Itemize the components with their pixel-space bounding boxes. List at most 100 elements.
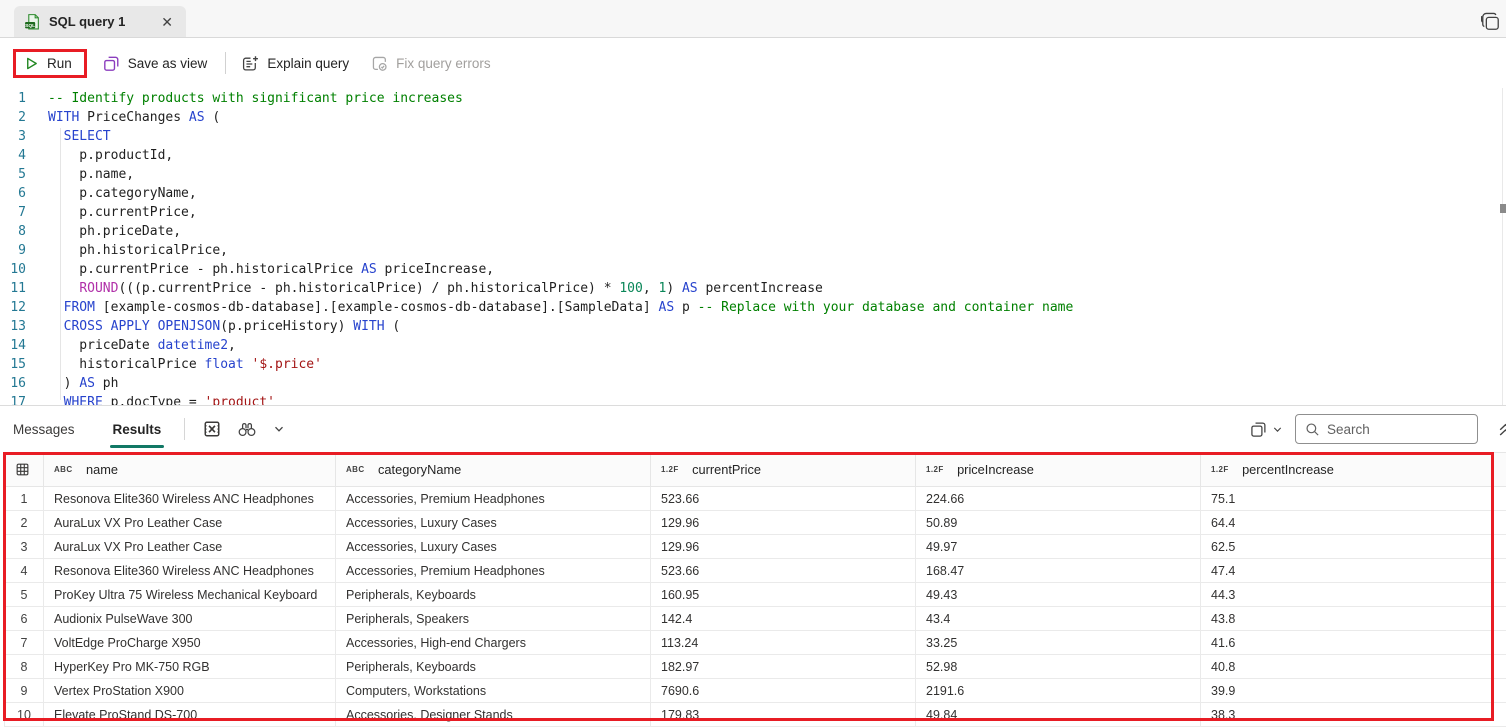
row-number-cell[interactable]: 4 xyxy=(5,559,44,583)
table-cell[interactable]: 2191.6 xyxy=(916,679,1201,703)
select-all-header[interactable] xyxy=(5,453,44,487)
search-input[interactable] xyxy=(1327,422,1468,437)
table-cell[interactable]: AuraLux VX Pro Leather Case xyxy=(44,511,336,535)
run-button[interactable]: Run xyxy=(24,56,72,71)
row-number-cell[interactable]: 9 xyxy=(5,679,44,703)
table-cell[interactable]: 523.66 xyxy=(651,559,916,583)
table-cell[interactable]: 49.43 xyxy=(916,583,1201,607)
code-line[interactable]: 11 ROUND(((p.currentPrice - ph.historica… xyxy=(0,279,1506,298)
table-cell[interactable]: Accessories, Premium Headphones xyxy=(336,559,651,583)
save-as-view-button[interactable]: Save as view xyxy=(103,55,208,72)
table-cell[interactable]: 49.84 xyxy=(916,703,1201,727)
table-cell[interactable]: 52.98 xyxy=(916,655,1201,679)
table-row[interactable]: 4Resonova Elite360 Wireless ANC Headphon… xyxy=(5,559,1506,583)
code-line[interactable]: 1-- Identify products with significant p… xyxy=(0,89,1506,108)
explain-query-button[interactable]: Explain query xyxy=(242,55,349,72)
table-cell[interactable]: 44.3 xyxy=(1201,583,1506,607)
table-cell[interactable]: Computers, Workstations xyxy=(336,679,651,703)
table-row[interactable]: 1Resonova Elite360 Wireless ANC Headphon… xyxy=(5,487,1506,511)
table-cell[interactable]: Accessories, High-end Chargers xyxy=(336,631,651,655)
table-cell[interactable]: 41.6 xyxy=(1201,631,1506,655)
chevron-down-icon[interactable] xyxy=(273,423,285,435)
table-cell[interactable]: 62.5 xyxy=(1201,535,1506,559)
table-row[interactable]: 2AuraLux VX Pro Leather CaseAccessories,… xyxy=(5,511,1506,535)
table-row[interactable]: 7VoltEdge ProCharge X950Accessories, Hig… xyxy=(5,631,1506,655)
table-row[interactable]: 8HyperKey Pro MK-750 RGBPeripherals, Key… xyxy=(5,655,1506,679)
table-cell[interactable]: 38.3 xyxy=(1201,703,1506,727)
chevron-down-icon[interactable] xyxy=(1272,424,1283,435)
table-cell[interactable]: 113.24 xyxy=(651,631,916,655)
row-number-cell[interactable]: 6 xyxy=(5,607,44,631)
code-line[interactable]: 15 historicalPrice float '$.price' xyxy=(0,355,1506,374)
table-cell[interactable]: VoltEdge ProCharge X950 xyxy=(44,631,336,655)
column-header-categoryName[interactable]: ABC categoryName xyxy=(336,453,651,487)
table-cell[interactable]: Resonova Elite360 Wireless ANC Headphone… xyxy=(44,487,336,511)
table-row[interactable]: 10Elevate ProStand DS-700Accessories, De… xyxy=(5,703,1506,727)
table-row[interactable]: 3AuraLux VX Pro Leather CaseAccessories,… xyxy=(5,535,1506,559)
table-cell[interactable]: Vertex ProStation X900 xyxy=(44,679,336,703)
table-cell[interactable]: Accessories, Luxury Cases xyxy=(336,535,651,559)
row-number-cell[interactable]: 7 xyxy=(5,631,44,655)
column-header-priceIncrease[interactable]: 1.2F priceIncrease xyxy=(916,453,1201,487)
table-cell[interactable]: Elevate ProStand DS-700 xyxy=(44,703,336,727)
table-cell[interactable]: 39.9 xyxy=(1201,679,1506,703)
fix-query-errors-button[interactable]: Fix query errors xyxy=(371,55,491,72)
row-number-cell[interactable]: 2 xyxy=(5,511,44,535)
row-number-cell[interactable]: 1 xyxy=(5,487,44,511)
table-row[interactable]: 9Vertex ProStation X900Computers, Workst… xyxy=(5,679,1506,703)
table-cell[interactable]: Accessories, Luxury Cases xyxy=(336,511,651,535)
table-cell[interactable]: 49.97 xyxy=(916,535,1201,559)
row-number-cell[interactable]: 5 xyxy=(5,583,44,607)
table-cell[interactable]: 160.95 xyxy=(651,583,916,607)
binoculars-icon[interactable] xyxy=(237,421,257,438)
column-header-percentIncrease[interactable]: 1.2F percentIncrease xyxy=(1201,453,1506,487)
tab-results[interactable]: Results xyxy=(110,406,165,452)
code-line[interactable]: 3 SELECT xyxy=(0,127,1506,146)
editor-scrollbar-thumb[interactable] xyxy=(1500,204,1506,213)
code-line[interactable]: 12 FROM [example-cosmos-db-database].[ex… xyxy=(0,298,1506,317)
code-line[interactable]: 6 p.categoryName, xyxy=(0,184,1506,203)
table-cell[interactable]: Resonova Elite360 Wireless ANC Headphone… xyxy=(44,559,336,583)
column-header-name[interactable]: ABC name xyxy=(44,453,336,487)
code-line[interactable]: 7 p.currentPrice, xyxy=(0,203,1506,222)
table-cell[interactable]: 179.83 xyxy=(651,703,916,727)
sql-code-editor[interactable]: 1-- Identify products with significant p… xyxy=(0,88,1506,405)
copy-results-button[interactable] xyxy=(1250,421,1283,438)
table-cell[interactable]: 224.66 xyxy=(916,487,1201,511)
table-cell[interactable]: 75.1 xyxy=(1201,487,1506,511)
table-row[interactable]: 5ProKey Ultra 75 Wireless Mechanical Key… xyxy=(5,583,1506,607)
stacked-windows-icon[interactable] xyxy=(1481,12,1500,31)
table-cell[interactable]: 47.4 xyxy=(1201,559,1506,583)
row-number-cell[interactable]: 10 xyxy=(5,703,44,727)
table-cell[interactable]: Accessories, Premium Headphones xyxy=(336,487,651,511)
table-cell[interactable]: 43.4 xyxy=(916,607,1201,631)
table-cell[interactable]: 182.97 xyxy=(651,655,916,679)
code-line[interactable]: 4 p.productId, xyxy=(0,146,1506,165)
tab-messages[interactable]: Messages xyxy=(10,406,78,452)
editor-scrollbar[interactable] xyxy=(1502,88,1503,405)
table-cell[interactable]: 523.66 xyxy=(651,487,916,511)
table-cell[interactable]: Accessories, Designer Stands xyxy=(336,703,651,727)
table-cell[interactable]: HyperKey Pro MK-750 RGB xyxy=(44,655,336,679)
table-cell[interactable]: 50.89 xyxy=(916,511,1201,535)
export-to-excel-icon[interactable] xyxy=(203,420,221,438)
table-cell[interactable]: 40.8 xyxy=(1201,655,1506,679)
column-header-currentPrice[interactable]: 1.2F currentPrice xyxy=(651,453,916,487)
code-line[interactable]: 14 priceDate datetime2, xyxy=(0,336,1506,355)
table-cell[interactable]: ProKey Ultra 75 Wireless Mechanical Keyb… xyxy=(44,583,336,607)
code-line[interactable]: 17 WHERE p.docType = 'product' xyxy=(0,393,1506,405)
table-cell[interactable]: 129.96 xyxy=(651,511,916,535)
row-number-cell[interactable]: 8 xyxy=(5,655,44,679)
table-cell[interactable]: 43.8 xyxy=(1201,607,1506,631)
table-cell[interactable]: 168.47 xyxy=(916,559,1201,583)
code-line[interactable]: 10 p.currentPrice - ph.historicalPrice A… xyxy=(0,260,1506,279)
table-cell[interactable]: 64.4 xyxy=(1201,511,1506,535)
code-line[interactable]: 9 ph.historicalPrice, xyxy=(0,241,1506,260)
table-cell[interactable]: Audionix PulseWave 300 xyxy=(44,607,336,631)
table-row[interactable]: 6Audionix PulseWave 300Peripherals, Spea… xyxy=(5,607,1506,631)
table-cell[interactable]: Peripherals, Keyboards xyxy=(336,583,651,607)
code-line[interactable]: 13 CROSS APPLY OPENJSON(p.priceHistory) … xyxy=(0,317,1506,336)
code-line[interactable]: 5 p.name, xyxy=(0,165,1506,184)
collapse-panel-icon[interactable] xyxy=(1498,421,1506,438)
table-cell[interactable]: 33.25 xyxy=(916,631,1201,655)
